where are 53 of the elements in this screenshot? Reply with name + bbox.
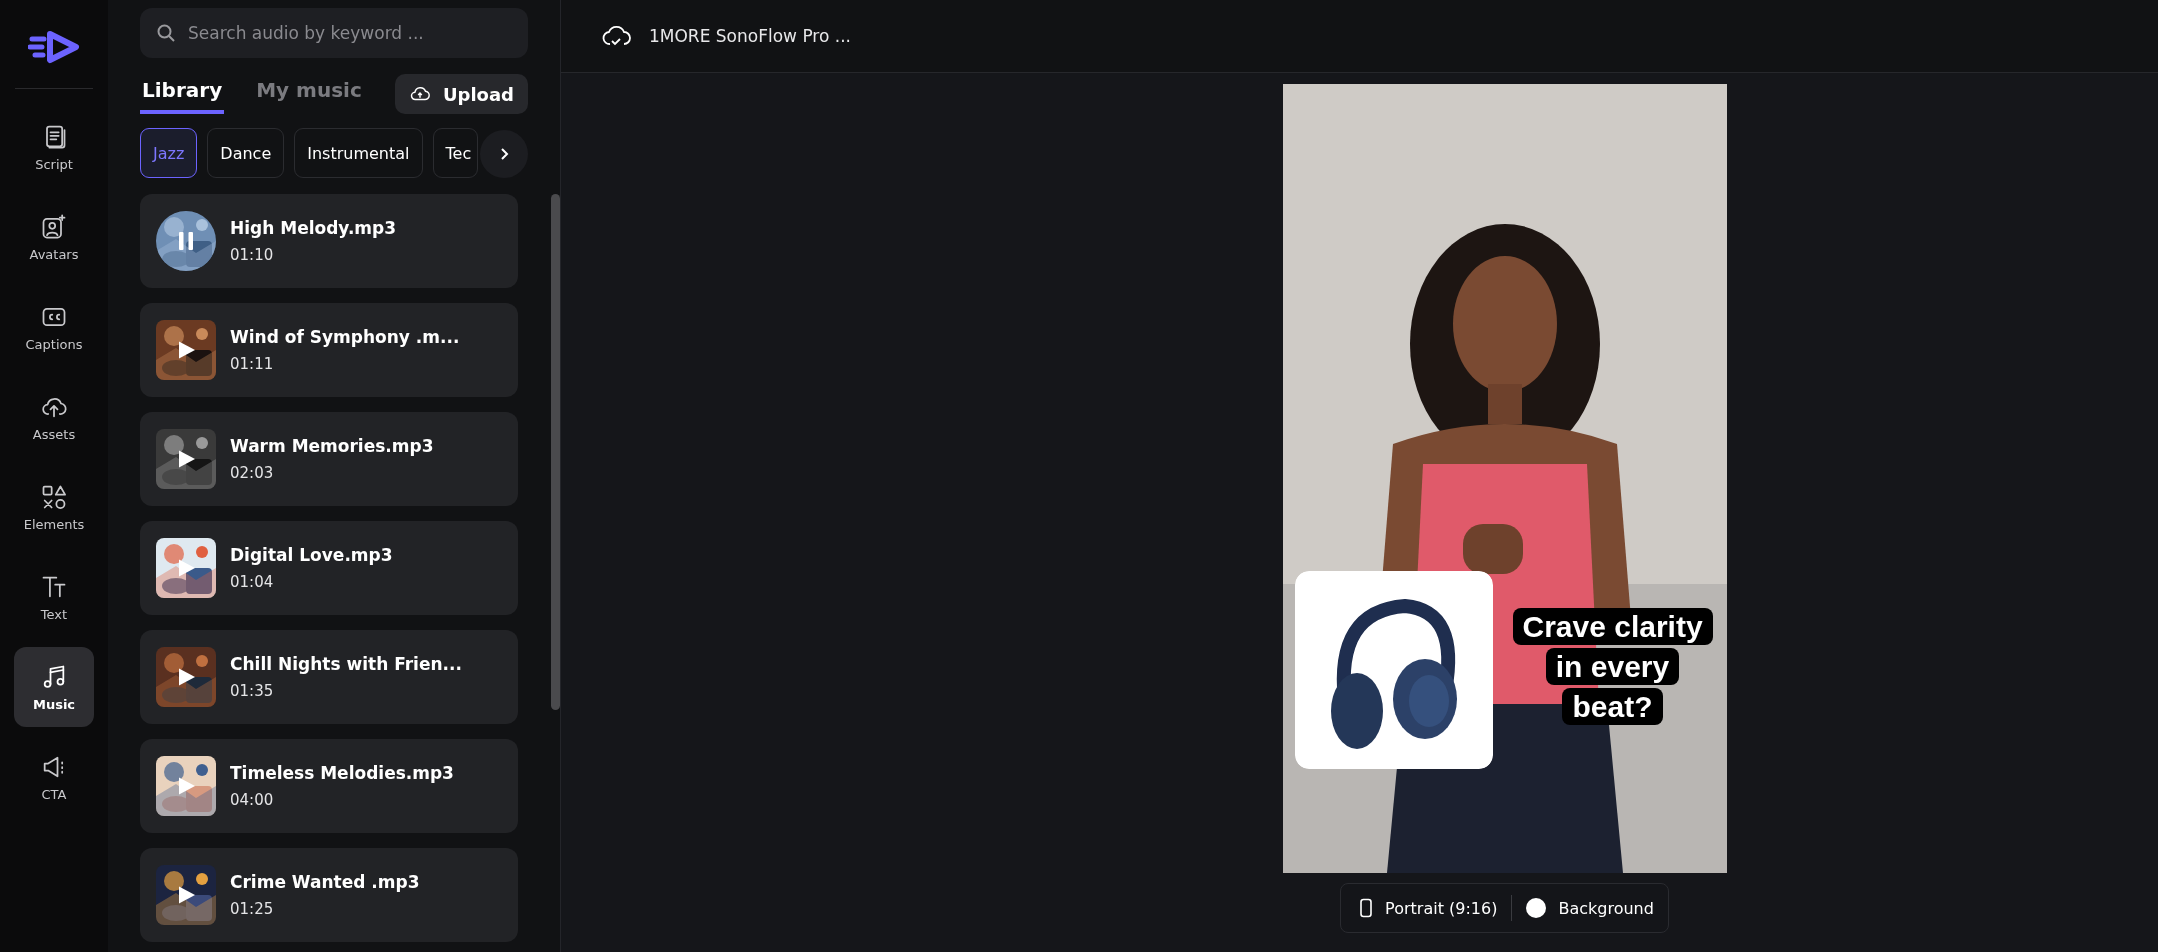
avatar-icon bbox=[40, 212, 68, 241]
sidebar-item[interactable]: Elements bbox=[14, 467, 94, 547]
track-card[interactable]: Warm Memories.mp3 02:03 bbox=[140, 412, 518, 506]
tab[interactable]: Library bbox=[140, 74, 225, 114]
upload-button[interactable]: Upload bbox=[394, 74, 528, 114]
track-duration: 01:04 bbox=[230, 573, 275, 591]
genre-chip[interactable]: Dance bbox=[207, 128, 285, 178]
tab[interactable]: My music bbox=[254, 74, 364, 114]
genre-chip[interactable]: Tec bbox=[432, 128, 478, 178]
sidebar-item[interactable]: Text bbox=[14, 557, 94, 637]
play-icon[interactable] bbox=[176, 885, 196, 905]
logo-icon bbox=[28, 30, 80, 64]
genre-chip[interactable]: Instrumental bbox=[294, 128, 423, 178]
track-duration: 01:35 bbox=[230, 682, 275, 700]
track-duration: 01:11 bbox=[230, 355, 275, 373]
track-duration: 01:10 bbox=[230, 246, 275, 264]
cloud-check-icon bbox=[601, 24, 631, 48]
track-duration: 01:25 bbox=[230, 900, 275, 918]
track-title: Timeless Melodies.mp3 bbox=[230, 763, 454, 783]
track-card[interactable]: Crime Wanted .mp3 01:25 bbox=[140, 848, 518, 942]
track-card[interactable]: Chill Nights with Frien... 01:35 bbox=[140, 630, 518, 724]
track-card[interactable]: Digital Love.mp3 01:04 bbox=[140, 521, 518, 615]
track-card[interactable]: High Melody.mp3 01:10 bbox=[140, 194, 518, 288]
sidebar-item[interactable]: CTA bbox=[14, 737, 94, 817]
sidebar-item[interactable]: Script bbox=[14, 107, 94, 187]
play-icon[interactable] bbox=[176, 449, 196, 469]
track-card[interactable]: Timeless Melodies.mp3 04:00 bbox=[140, 739, 518, 833]
track-duration: 04:00 bbox=[230, 791, 275, 809]
track-duration: 02:03 bbox=[230, 464, 275, 482]
sidebar-item[interactable]: Captions bbox=[14, 287, 94, 367]
sidebar-item[interactable]: Music bbox=[14, 647, 94, 727]
track-title: Chill Nights with Frien... bbox=[230, 654, 462, 674]
track-title: Wind of Symphony .m... bbox=[230, 327, 460, 347]
track-title: Warm Memories.mp3 bbox=[230, 436, 434, 456]
phone-icon bbox=[1359, 898, 1374, 918]
track-title: High Melody.mp3 bbox=[230, 218, 397, 238]
play-icon[interactable] bbox=[176, 340, 196, 360]
search-field[interactable]: Search audio by keyword ... bbox=[140, 8, 528, 58]
track-card[interactable]: Wind of Symphony .m... 01:11 bbox=[140, 303, 518, 397]
play-icon[interactable] bbox=[176, 667, 196, 687]
sidebar-item[interactable]: Avatars bbox=[14, 197, 94, 277]
track-title: Crime Wanted .mp3 bbox=[230, 872, 420, 892]
search-icon bbox=[156, 23, 176, 43]
swatch-icon bbox=[1526, 898, 1547, 918]
play-icon[interactable] bbox=[176, 558, 196, 578]
project-title: 1MORE SonoFlow Pro ... bbox=[649, 26, 851, 46]
pause-icon[interactable] bbox=[176, 231, 196, 251]
genre-chip[interactable]: Jazz bbox=[140, 128, 198, 178]
sidebar-item[interactable]: Assets bbox=[14, 377, 94, 457]
format-button[interactable]: Portrait (9:16) bbox=[1359, 898, 1498, 918]
track-title: Digital Love.mp3 bbox=[230, 545, 393, 565]
background-button[interactable]: Background bbox=[1526, 898, 1654, 918]
scrollbar[interactable] bbox=[551, 194, 560, 710]
